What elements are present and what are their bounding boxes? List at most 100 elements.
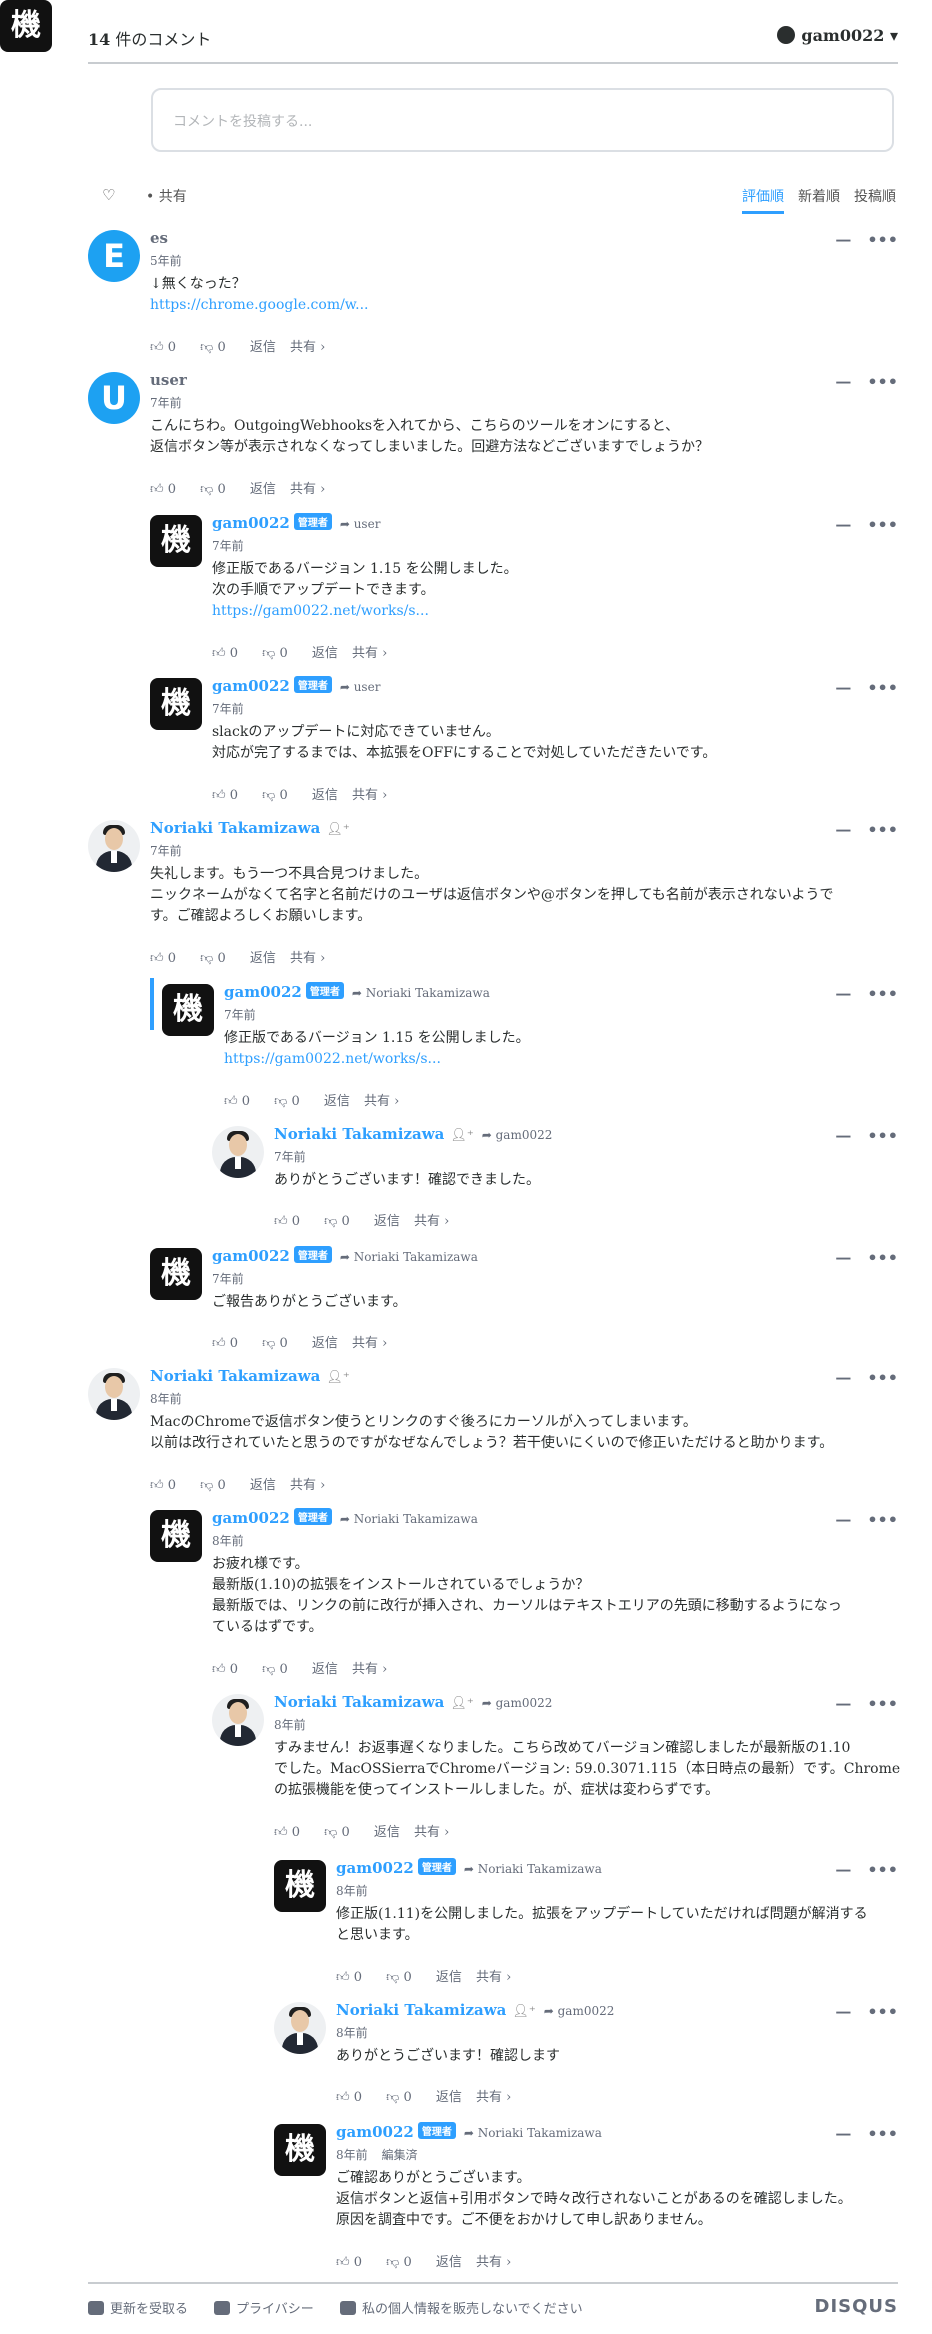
comment-link[interactable]: https://gam0022.net/works/s... [212,603,429,619]
comment-menu-button[interactable]: ••• [867,1860,898,1879]
comment-author[interactable]: Noriaki Takamizawa [336,2001,506,2019]
avatar[interactable]: 機 [150,1248,202,1300]
downvote-button[interactable]: 👎︎ 0 [386,1970,422,1985]
reply-to-indicator[interactable]: ➦ gam0022 [482,1128,553,1142]
avatar[interactable]: 機 [162,984,214,1036]
upvote-button[interactable]: 👍︎ 0 [336,2255,372,2270]
share-button[interactable]: 共有 › [290,951,325,966]
downvote-button[interactable]: 👎︎ 0 [262,788,298,803]
collapse-button[interactable]: — [835,1248,851,1267]
comment-time[interactable]: 5年前 [150,252,182,269]
comment-author[interactable]: Noriaki Takamizawa [274,1125,444,1143]
comment-author[interactable]: gam0022 [336,1859,414,1877]
upvote-button[interactable]: 👍︎ 0 [274,1214,310,1229]
comment-link[interactable]: https://chrome.google.com/w... [150,297,368,313]
share-button[interactable]: 共有 › [352,1336,387,1351]
reply-to-indicator[interactable]: ➦ user [340,680,381,694]
collapse-button[interactable]: — [835,1510,851,1529]
avatar[interactable]: U [88,372,140,424]
collapse-button[interactable]: — [835,984,851,1003]
comment-menu-button[interactable]: ••• [867,984,898,1003]
comment-time[interactable]: 7年前 [274,1148,306,1165]
current-user-avatar[interactable]: 機 [0,0,52,52]
downvote-button[interactable]: 👎︎ 0 [262,1336,298,1351]
reply-button[interactable]: 返信 [324,1094,350,1109]
privacy-link[interactable]: プライバシー [214,2298,314,2317]
comment-menu-button[interactable]: ••• [867,1694,898,1713]
upvote-button[interactable]: 👍︎ 0 [336,1970,372,1985]
do-not-sell-link[interactable]: 私の個人情報を販売しないでください [340,2298,583,2317]
comment-time[interactable]: 7年前 [150,842,182,859]
collapse-button[interactable]: — [835,1694,851,1713]
sort-oldest-tab[interactable]: 投稿順 [854,186,896,206]
reply-button[interactable]: 返信 [250,482,276,497]
avatar[interactable]: 機 [150,515,202,567]
reply-button[interactable]: 返信 [312,646,338,661]
share-button[interactable]: 共有 › [290,1478,325,1493]
upvote-button[interactable]: 👍︎ 0 [150,951,186,966]
comment-menu-button[interactable]: ••• [867,2002,898,2021]
upvote-button[interactable]: 👍︎ 0 [212,1662,248,1677]
comment-author[interactable]: Noriaki Takamizawa [150,819,320,837]
downvote-button[interactable]: 👎︎ 0 [324,1214,360,1229]
comment-menu-button[interactable]: ••• [867,372,898,391]
downvote-button[interactable]: 👎︎ 0 [200,340,236,355]
avatar[interactable] [88,1368,140,1420]
disqus-logo[interactable]: DISQUS [815,2296,898,2317]
comment-menu-button[interactable]: ••• [867,230,898,249]
collapse-button[interactable]: — [835,1368,851,1387]
follow-user-icon[interactable]: 👤︎⁺ [326,1370,349,1385]
share-button[interactable]: 共有 › [352,646,387,661]
avatar[interactable] [212,1126,264,1178]
reply-button[interactable]: 返信 [374,1825,400,1840]
share-button[interactable]: 共有 › [352,788,387,803]
comment-menu-button[interactable]: ••• [867,515,898,534]
collapse-button[interactable]: — [835,230,851,249]
comment-time[interactable]: 8年前 [274,1716,306,1733]
comment-time[interactable]: 7年前 [212,1270,244,1287]
comment-author[interactable]: gam0022 [212,514,290,532]
comment-time[interactable]: 7年前 [212,537,244,554]
share-button[interactable]: 共有 › [476,2090,511,2105]
collapse-button[interactable]: — [835,2002,851,2021]
reply-to-indicator[interactable]: ➦ Noriaki Takamizawa [340,1512,478,1526]
reply-button[interactable]: 返信 [250,1478,276,1493]
collapse-button[interactable]: — [835,2124,851,2143]
reply-button[interactable]: 返信 [374,1214,400,1229]
upvote-button[interactable]: 👍︎ 0 [150,1478,186,1493]
reply-to-indicator[interactable]: ➦ Noriaki Takamizawa [464,1862,602,1876]
comment-time[interactable]: 8年前 [212,1532,244,1549]
reply-to-indicator[interactable]: ➦ Noriaki Takamizawa [340,1250,478,1264]
avatar[interactable] [212,1694,264,1746]
user-menu-button[interactable]: gam0022 ▾ [777,26,898,45]
downvote-button[interactable]: 👎︎ 0 [262,1662,298,1677]
comment-time[interactable]: 7年前 [212,700,244,717]
comment-author[interactable]: gam0022 [336,2123,414,2141]
reply-to-indicator[interactable]: ➦ Noriaki Takamizawa [352,986,490,1000]
downvote-button[interactable]: 👎︎ 0 [200,951,236,966]
collapse-button[interactable]: — [835,1126,851,1145]
reply-button[interactable]: 返信 [436,2090,462,2105]
upvote-button[interactable]: 👍︎ 0 [212,646,248,661]
upvote-button[interactable]: 👍︎ 0 [274,1825,310,1840]
comment-author[interactable]: gam0022 [212,1247,290,1265]
share-button[interactable]: 共有 › [476,1970,511,1985]
follow-user-icon[interactable]: 👤︎⁺ [512,2004,535,2019]
downvote-button[interactable]: 👎︎ 0 [262,646,298,661]
reply-button[interactable]: 返信 [436,1970,462,1985]
avatar[interactable]: 機 [150,678,202,730]
share-button[interactable]: 共有 › [290,340,325,355]
share-button[interactable]: 共有 › [364,1094,399,1109]
reply-to-indicator[interactable]: ➦ gam0022 [544,2004,615,2018]
comment-menu-button[interactable]: ••• [867,1126,898,1145]
collapse-button[interactable]: — [835,1860,851,1879]
downvote-button[interactable]: 👎︎ 0 [386,2090,422,2105]
reply-to-indicator[interactable]: ➦ Noriaki Takamizawa [464,2126,602,2140]
comment-menu-button[interactable]: ••• [867,1510,898,1529]
comment-menu-button[interactable]: ••• [867,820,898,839]
collapse-button[interactable]: — [835,678,851,697]
sort-best-tab[interactable]: 評価順 [742,186,784,214]
comment-time[interactable]: 8年前 [336,2024,368,2041]
comment-menu-button[interactable]: ••• [867,1248,898,1267]
upvote-button[interactable]: 👍︎ 0 [212,788,248,803]
